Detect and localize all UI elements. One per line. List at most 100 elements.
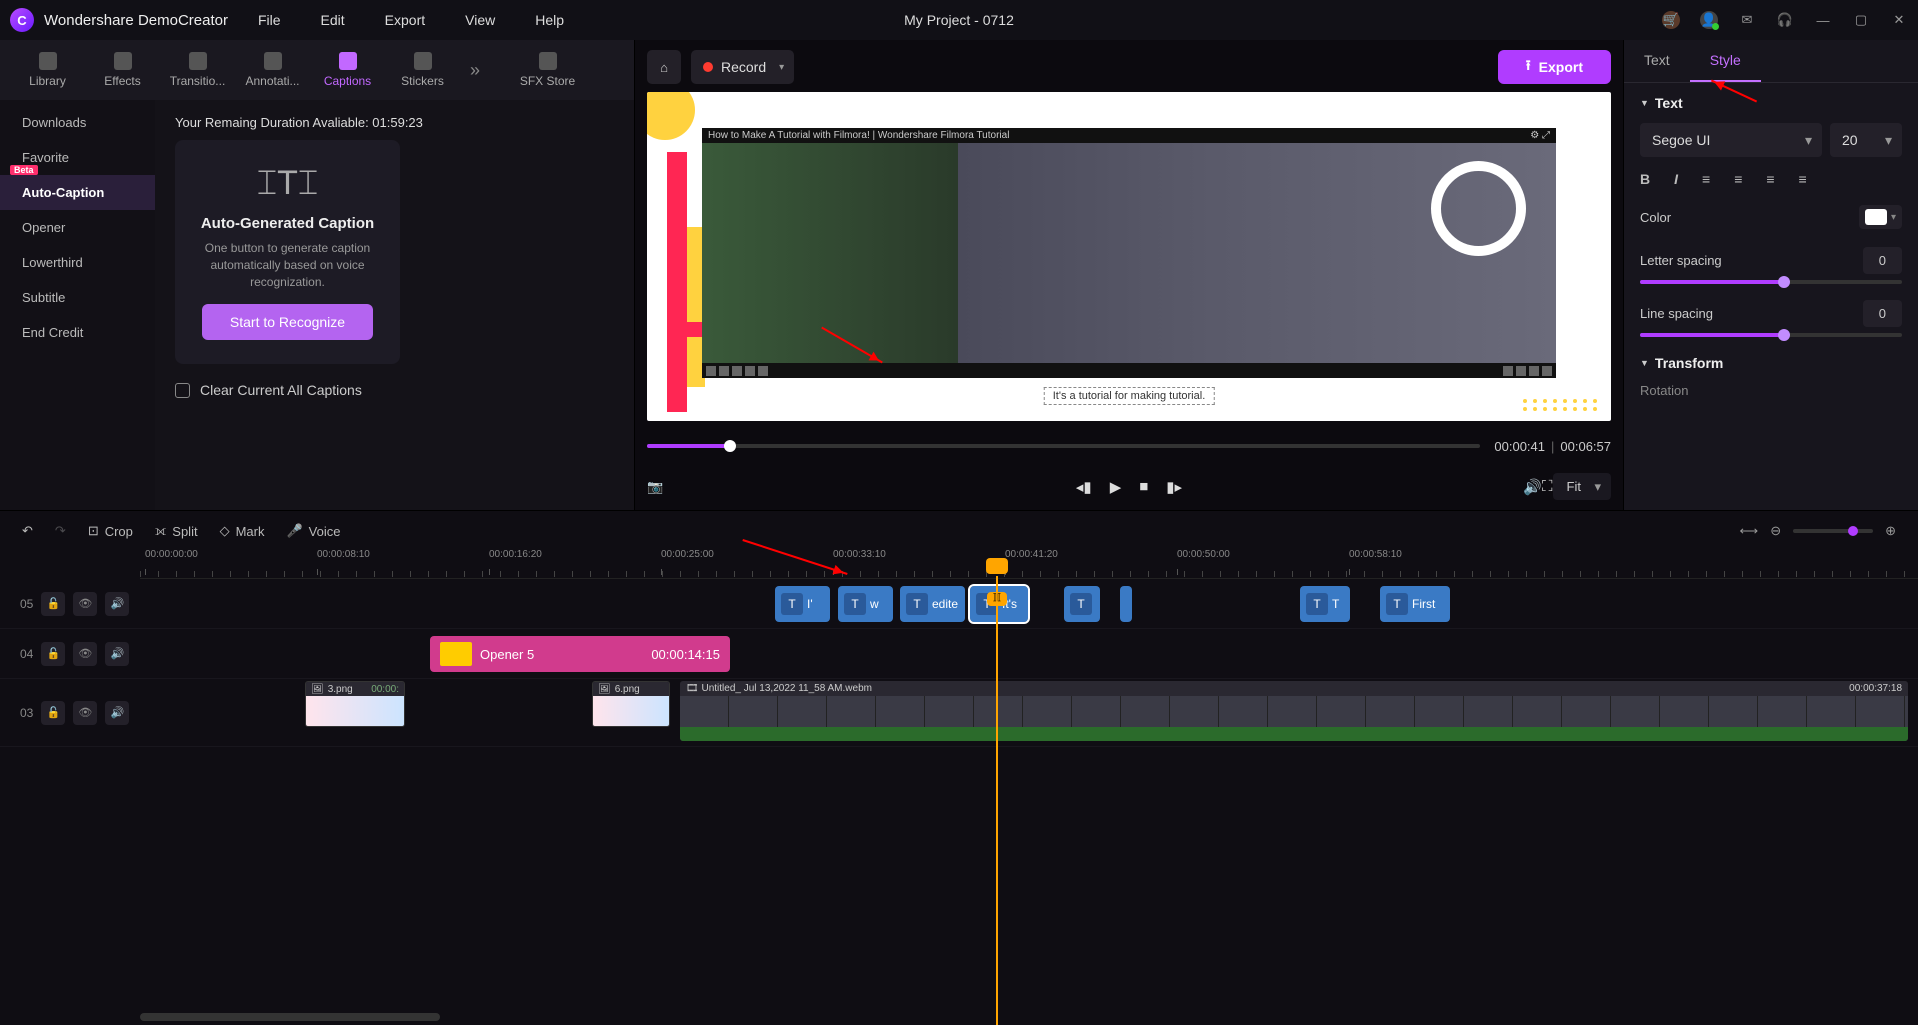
mute-track-icon[interactable]: 🔊 xyxy=(105,592,129,616)
zoom-in-icon[interactable]: ⊕ xyxy=(1885,523,1896,539)
minimize-icon[interactable]: — xyxy=(1814,11,1832,29)
scrubber-thumb[interactable] xyxy=(724,440,736,452)
menu-edit[interactable]: Edit xyxy=(321,12,345,28)
rotation-label: Rotation xyxy=(1640,383,1902,398)
mute-track-icon[interactable]: 🔊 xyxy=(105,701,129,725)
clear-captions-checkbox[interactable] xyxy=(175,383,190,398)
prop-tab-text[interactable]: Text xyxy=(1624,40,1690,82)
caption-clip[interactable]: Tw xyxy=(838,586,893,622)
image-clip[interactable]: 🖼3.png00:00: xyxy=(305,681,405,727)
caption-clip[interactable]: Tedite xyxy=(900,586,965,622)
video-file-icon: 🎞 xyxy=(686,683,699,694)
home-button[interactable]: ⌂ xyxy=(647,50,681,84)
visibility-track-icon[interactable]: 👁 xyxy=(73,701,97,725)
annotations-icon xyxy=(264,52,282,70)
tab-annotations[interactable]: Annotati... xyxy=(235,52,310,88)
start-recognize-button[interactable]: Start to Recognize xyxy=(202,304,373,340)
transform-section-header[interactable]: ▼Transform xyxy=(1640,355,1902,371)
split-tool[interactable]: ⟗Split xyxy=(155,523,198,539)
zoom-out-icon[interactable]: ⊖ xyxy=(1770,523,1781,539)
image-clip[interactable]: 🖼6.png xyxy=(592,681,670,727)
crop-tool[interactable]: ⊡Crop xyxy=(88,523,133,539)
fit-dropdown[interactable]: Fit xyxy=(1553,473,1611,500)
mark-tool[interactable]: ◇Mark xyxy=(220,523,265,539)
sidebar-lowerthird[interactable]: Lowerthird xyxy=(0,245,155,280)
maximize-icon[interactable]: ▢ xyxy=(1852,11,1870,29)
caption-clip[interactable]: TFirst xyxy=(1380,586,1450,622)
visibility-track-icon[interactable]: 👁 xyxy=(73,642,97,666)
align-left-icon[interactable]: ≡ xyxy=(1702,171,1710,187)
text-section-header[interactable]: ▼Text xyxy=(1640,95,1902,111)
mail-icon[interactable]: ✉ xyxy=(1738,11,1756,29)
visibility-track-icon[interactable]: 👁 xyxy=(73,592,97,616)
redo-button[interactable]: ↷ xyxy=(55,523,66,539)
caption-clip-active[interactable]: TIt's xyxy=(970,586,1028,622)
color-picker[interactable]: ▾ xyxy=(1859,205,1902,229)
fit-timeline-icon[interactable]: ⟷ xyxy=(1740,523,1759,539)
zoom-slider[interactable] xyxy=(1793,529,1873,533)
opener-clip[interactable]: Opener 5 00:00:14:15 xyxy=(430,636,730,672)
lock-track-icon[interactable]: 🔓 xyxy=(41,701,65,725)
align-right-icon[interactable]: ≡ xyxy=(1766,171,1774,187)
font-size-dropdown[interactable]: 20 xyxy=(1830,123,1902,157)
font-family-dropdown[interactable]: Segoe UI xyxy=(1640,123,1822,157)
align-justify-icon[interactable]: ≡ xyxy=(1799,171,1807,187)
close-icon[interactable]: ✕ xyxy=(1890,11,1908,29)
sidebar-subtitle[interactable]: Subtitle xyxy=(0,280,155,315)
user-icon[interactable]: 👤 xyxy=(1700,11,1718,29)
menu-export[interactable]: Export xyxy=(385,12,425,28)
video-clip[interactable]: 🎞 Untitled_ Jul 13,2022 11_58 AM.webm 00… xyxy=(680,681,1908,741)
record-button[interactable]: Record xyxy=(691,50,794,84)
line-spacing-value[interactable]: 0 xyxy=(1863,300,1902,327)
app-logo: C xyxy=(10,8,34,32)
undo-button[interactable]: ↶ xyxy=(22,523,33,539)
snapshot-icon[interactable]: 📷 xyxy=(647,479,663,495)
line-spacing-slider[interactable] xyxy=(1640,333,1902,337)
timeline-ruler[interactable]: 00:00:00:00 00:00:08:10 00:00:16:20 00:0… xyxy=(140,549,1918,579)
caption-clip[interactable] xyxy=(1120,586,1132,622)
caption-clip[interactable]: TT xyxy=(1300,586,1350,622)
sidebar-downloads[interactable]: Downloads xyxy=(0,105,155,140)
preview-canvas[interactable]: How to Make A Tutorial with Filmora! | W… xyxy=(647,92,1611,421)
menu-file[interactable]: File xyxy=(258,12,281,28)
export-button[interactable]: ⭱ Export xyxy=(1498,50,1611,84)
effects-icon xyxy=(114,52,132,70)
menu-view[interactable]: View xyxy=(465,12,495,28)
tabs-more-icon[interactable]: » xyxy=(470,60,480,81)
cart-icon[interactable]: 🛒 xyxy=(1662,11,1680,29)
italic-button[interactable]: I xyxy=(1674,171,1678,187)
letter-spacing-value[interactable]: 0 xyxy=(1863,247,1902,274)
menu-help[interactable]: Help xyxy=(535,12,564,28)
caption-text-box[interactable]: It's a tutorial for making tutorial. xyxy=(1044,387,1215,405)
tab-library[interactable]: Library xyxy=(10,52,85,88)
next-frame-icon[interactable]: ▮▸ xyxy=(1166,478,1182,496)
bold-button[interactable]: B xyxy=(1640,171,1650,187)
volume-icon[interactable]: 🔊 xyxy=(1523,478,1542,496)
tab-transitions[interactable]: Transitio... xyxy=(160,52,235,88)
play-icon[interactable]: ▶ xyxy=(1110,478,1122,496)
fullscreen-icon[interactable]: ⛶ xyxy=(1542,478,1553,495)
align-center-icon[interactable]: ≡ xyxy=(1734,171,1742,187)
support-icon[interactable]: 🎧 xyxy=(1776,11,1794,29)
captions-icon xyxy=(339,52,357,70)
stop-icon[interactable]: ■ xyxy=(1139,478,1148,496)
caption-clip[interactable]: TI' xyxy=(775,586,830,622)
tab-effects[interactable]: Effects xyxy=(85,52,160,88)
voice-tool[interactable]: 🎤Voice xyxy=(286,523,340,539)
horizontal-scrollbar[interactable] xyxy=(140,1013,440,1021)
sidebar-auto-caption[interactable]: Beta Auto-Caption xyxy=(0,175,155,210)
mute-track-icon[interactable]: 🔊 xyxy=(105,642,129,666)
lock-track-icon[interactable]: 🔓 xyxy=(41,642,65,666)
tab-sfx-store[interactable]: SFX Store xyxy=(510,52,585,88)
clear-captions-label: Clear Current All Captions xyxy=(200,382,362,398)
prev-frame-icon[interactable]: ◂▮ xyxy=(1076,478,1092,496)
lock-track-icon[interactable]: 🔓 xyxy=(41,592,65,616)
tab-stickers[interactable]: Stickers xyxy=(385,52,460,88)
sidebar-end-credit[interactable]: End Credit xyxy=(0,315,155,350)
prop-tab-style[interactable]: Style xyxy=(1690,40,1761,82)
caption-clip[interactable]: T xyxy=(1064,586,1100,622)
preview-scrubber[interactable] xyxy=(647,444,1480,448)
sidebar-opener[interactable]: Opener xyxy=(0,210,155,245)
tab-captions[interactable]: Captions xyxy=(310,52,385,88)
letter-spacing-slider[interactable] xyxy=(1640,280,1902,284)
